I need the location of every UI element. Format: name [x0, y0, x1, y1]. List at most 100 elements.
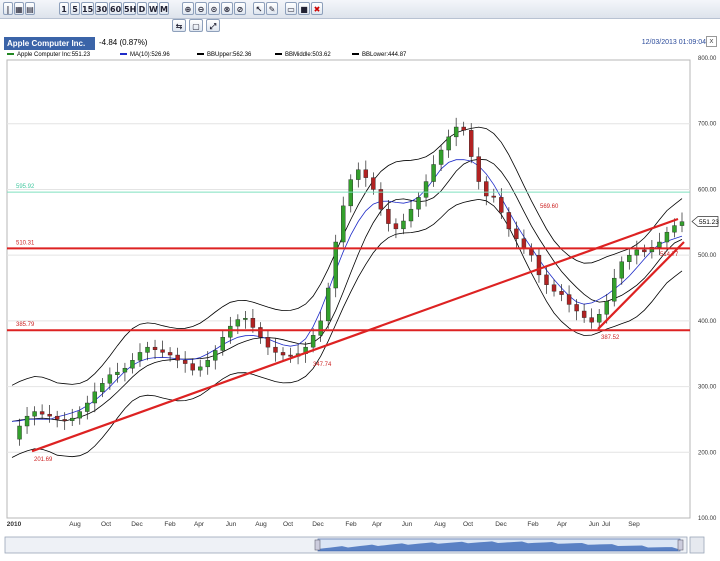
candle-body	[566, 294, 572, 305]
candle-body	[438, 149, 444, 165]
level-label: 510.31	[16, 240, 35, 246]
candle-body	[596, 314, 602, 323]
x-tick-label: Jun	[226, 521, 237, 528]
candle-body	[356, 169, 361, 180]
candle-body	[514, 228, 519, 239]
candle-body	[521, 238, 527, 249]
candle-body	[642, 249, 647, 253]
y-tick-label: 200.00	[698, 450, 717, 456]
x-tick-label: Aug	[255, 521, 267, 528]
candle-body	[431, 164, 436, 182]
x-tick-label: Apr	[372, 521, 383, 528]
annotation-label: 347.74	[313, 362, 332, 368]
level-label: 595.92	[16, 184, 35, 190]
x-tick-label: Jun	[589, 521, 600, 528]
navigator-handle-right[interactable]	[677, 539, 684, 551]
candle-body	[551, 284, 557, 292]
scroll-arrow-button[interactable]	[689, 536, 705, 554]
plot-area	[6, 59, 691, 519]
candle-body	[679, 221, 685, 226]
candle-body	[401, 220, 406, 230]
annotation-label: 387.52	[601, 335, 620, 341]
y-tick-label: 100.00	[698, 516, 717, 522]
candle-body	[657, 241, 662, 248]
y-tick-label: 300.00	[698, 385, 717, 391]
candle-body	[453, 126, 459, 138]
candle-body	[235, 319, 241, 327]
x-tick-label: Feb	[164, 521, 176, 528]
candle-body	[634, 249, 640, 256]
candle-body	[574, 304, 579, 312]
candle-body	[461, 126, 466, 131]
fit-icon[interactable]: ⤢	[206, 19, 220, 32]
candle-body	[190, 363, 195, 371]
y-tick-label: 700.00	[698, 122, 717, 128]
candle-body	[47, 413, 52, 417]
x-tick-label: Dec	[312, 521, 324, 528]
candle-body	[386, 208, 391, 224]
candle-body	[288, 354, 293, 357]
candle-body	[393, 223, 399, 230]
candle-body	[559, 291, 564, 295]
candle-body	[506, 212, 512, 230]
x-tick-label: Feb	[345, 521, 357, 528]
navigator-handle-left[interactable]	[314, 539, 321, 551]
candle-body	[627, 254, 632, 262]
y-tick-label: 600.00	[698, 187, 717, 193]
candle-body	[115, 371, 120, 375]
candle-body	[363, 169, 369, 178]
candle-body	[220, 337, 225, 351]
candle-body	[371, 177, 376, 190]
candle-body	[32, 411, 37, 417]
candle-body	[24, 415, 30, 427]
candle-body	[70, 417, 75, 421]
x-tick-label: Jul	[602, 521, 611, 528]
x-tick-label: Dec	[131, 521, 143, 528]
candle-body	[672, 225, 677, 233]
candle-body	[581, 310, 587, 318]
candle-body	[137, 352, 143, 361]
candle-body	[77, 411, 82, 419]
candle-body	[273, 346, 278, 353]
candle-body	[198, 366, 203, 371]
candle-body	[469, 130, 474, 157]
candle-body	[17, 425, 22, 440]
x-tick-label: Dec	[495, 521, 507, 528]
candle-body	[476, 156, 481, 182]
candle-body	[152, 346, 158, 350]
candle-body	[167, 352, 173, 356]
candle-body	[664, 231, 670, 243]
candle-body	[536, 254, 542, 276]
toggle-icon[interactable]: ⇆	[172, 19, 186, 32]
candle-body	[544, 274, 549, 285]
candle-body	[100, 383, 105, 393]
x-tick-label: Aug	[434, 521, 446, 528]
candle-body	[280, 352, 286, 356]
candle-body	[310, 335, 316, 348]
candle-body	[243, 318, 248, 320]
candle-body	[160, 349, 165, 353]
x-tick-label: Oct	[283, 521, 293, 528]
x-tick-label: Jun	[402, 521, 413, 528]
candle-body	[589, 317, 594, 323]
y-tick-label: 800.00	[698, 56, 717, 62]
candle-body	[446, 136, 451, 151]
window-icon[interactable]: ▢	[189, 19, 203, 32]
candle-body	[39, 411, 45, 415]
x-tick-label: Sep	[628, 521, 640, 528]
candle-body	[416, 197, 421, 210]
level-label: 385.79	[16, 322, 35, 328]
candle-body	[62, 419, 67, 421]
candle-body	[122, 367, 128, 373]
candle-body	[107, 374, 113, 384]
candle-body	[92, 391, 98, 404]
candle-body	[205, 360, 210, 368]
candle-body	[408, 208, 414, 222]
candle-body	[612, 277, 617, 302]
candle-body	[54, 415, 60, 420]
candle-body	[228, 325, 233, 338]
x-tick-label: Oct	[101, 521, 111, 528]
annotation-label: 569.60	[540, 204, 559, 210]
candle-body	[499, 197, 504, 213]
candle-body	[484, 181, 489, 197]
